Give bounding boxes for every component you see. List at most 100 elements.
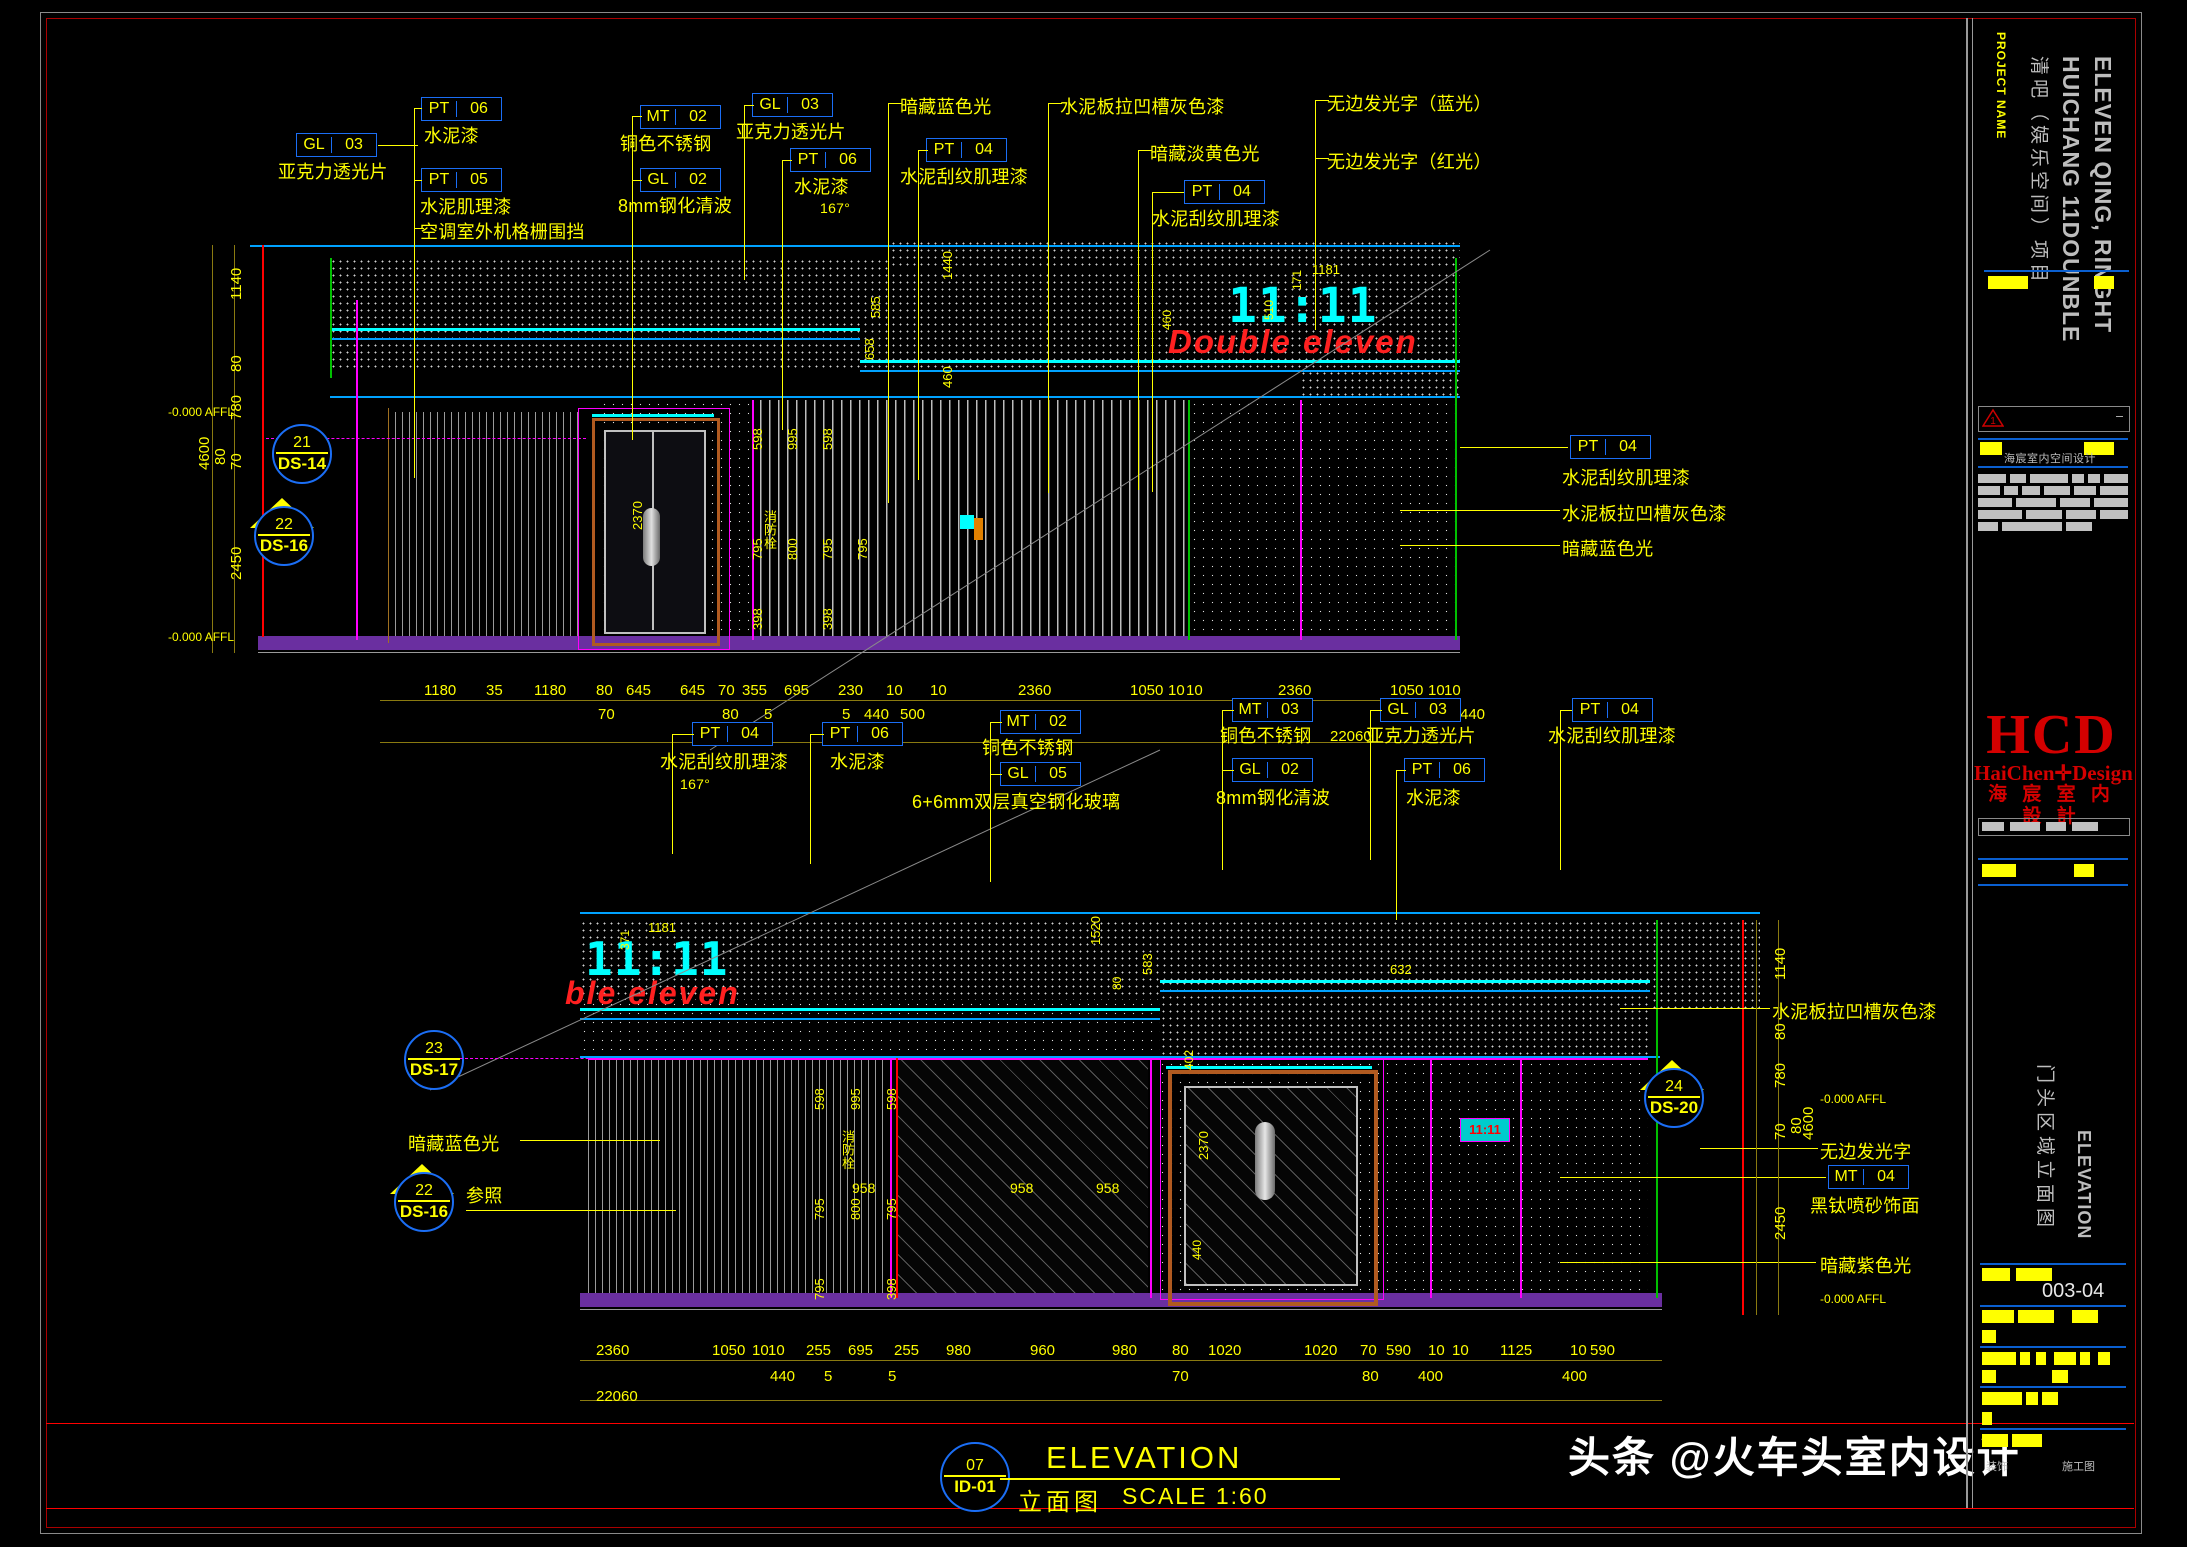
- leader-blue-light-v: [888, 103, 889, 503]
- tag-num: 06: [1439, 762, 1484, 778]
- label-grooved-cement-right: 水泥板拉凹槽灰色漆: [1562, 504, 1727, 524]
- leader-grooved: [1048, 103, 1062, 104]
- tag-mt-02-lower[interactable]: MT 02: [1000, 710, 1081, 734]
- upper-brown-edge: [388, 408, 389, 643]
- section-bubble-ds20[interactable]: 24 DS-20: [1644, 1068, 1704, 1128]
- tag-code: GL: [759, 96, 781, 113]
- bubble-sheet-ref: DS-16: [259, 535, 309, 555]
- upper-dim-1050a: 1050: [1130, 682, 1164, 699]
- lower-dim2-5a: 5: [824, 1368, 833, 1385]
- tag-gl-03-a[interactable]: GL 03: [296, 133, 377, 157]
- logo-haichen-design: HaiChen✛Design: [1974, 761, 2133, 785]
- lower-door-head-cyan: [1166, 1066, 1372, 1069]
- leader-lower-pt04a-v: [672, 734, 673, 854]
- tb-yellow-3a: [1982, 864, 2016, 877]
- tag-pt-06-lower-b[interactable]: PT 06: [1404, 758, 1485, 782]
- tag-gl-03-lower[interactable]: GL 03: [1380, 698, 1461, 722]
- tb-rule-3: [1978, 466, 2128, 468]
- label-hidden-purple-light: 暗藏紫色光: [1820, 1256, 1912, 1276]
- tag-mt-04-lower[interactable]: MT 04: [1828, 1165, 1909, 1189]
- tag-code: PT: [699, 725, 721, 742]
- tag-pt-04-lower-b[interactable]: PT 04: [1572, 698, 1653, 722]
- tb-rule-4: [1978, 858, 2128, 860]
- section-bubble-ds16[interactable]: 22 DS-16: [254, 506, 314, 566]
- tag-gl-05-lower[interactable]: GL 05: [1000, 762, 1081, 786]
- section-bubble-ds17[interactable]: 23 DS-17: [404, 1030, 464, 1090]
- tb-yellow-2a: [1980, 442, 2002, 455]
- leader-led-red: [1315, 158, 1329, 159]
- section-bubble-ds14[interactable]: 21 DS-14: [272, 424, 332, 484]
- lower-dim-10e: 10: [1570, 1342, 1587, 1359]
- upper-inner-995: 995: [785, 428, 800, 450]
- drawing-title-underline: [1000, 1478, 1340, 1480]
- lower-inner-795c: 795: [812, 1278, 827, 1300]
- section-bubble-ds16-lower[interactable]: 22 DS-16: [394, 1172, 454, 1232]
- leader-lower-right-1: [1620, 1008, 1770, 1009]
- leader-lower-left-1: [520, 1140, 660, 1141]
- upper-inner-1181: 1181: [1312, 262, 1340, 277]
- upper-dim-1180a: 1180: [424, 682, 457, 699]
- tag-mt-03-lower[interactable]: MT 03: [1232, 698, 1313, 722]
- tag-num: 05: [1035, 766, 1080, 782]
- tag-pt-06-lower[interactable]: PT 06: [822, 722, 903, 746]
- tag-gl-02-lower[interactable]: GL 02: [1232, 758, 1313, 782]
- bubble-detail-num: 23: [425, 1040, 443, 1058]
- tag-pt-04-lower-a[interactable]: PT 04: [692, 722, 773, 746]
- upper-dim2-5b: 5: [842, 706, 851, 723]
- tag-num: 03: [1267, 702, 1312, 718]
- upper-dim-230: 230: [838, 682, 864, 699]
- label-reference-note: 参照: [466, 1186, 503, 1206]
- lower-inner-795b: 795: [884, 1198, 899, 1220]
- upper-dim2-80: 80: [722, 706, 739, 723]
- bubble-detail-num: 22: [275, 516, 293, 534]
- label-grooved-cement-lower-right: 水泥板拉凹槽灰色漆: [1772, 1002, 1937, 1022]
- upper-door-head-cyan: [592, 414, 714, 417]
- leader-gl03b: [744, 105, 754, 106]
- tag-mt-02-a[interactable]: MT 02: [640, 105, 721, 129]
- tb-yellow-7a: [1982, 1352, 2016, 1365]
- tag-pt-06-a[interactable]: PT 06: [421, 97, 502, 121]
- tag-num: 04: [1863, 1169, 1908, 1185]
- bubble-detail-num: 21: [293, 434, 311, 452]
- tb-rule-7: [1980, 1305, 2126, 1307]
- tag-num: 02: [1035, 714, 1080, 730]
- upper-door-handle: [643, 508, 660, 566]
- tb-rule-2: [1978, 438, 2128, 440]
- tag-pt-04-right[interactable]: PT 04: [1570, 435, 1651, 459]
- lower-dim-960: 960: [1030, 1342, 1056, 1359]
- lower-inner-598b: 598: [884, 1088, 899, 1110]
- upper-inner-510: 510: [1262, 299, 1276, 320]
- label-cement-paint-lower: 水泥漆: [830, 752, 885, 772]
- upper-dim2-5a: 5: [764, 706, 773, 723]
- tag-pt-06-b[interactable]: PT 06: [790, 148, 871, 172]
- drawing-title-bubble[interactable]: 07 ID-01: [940, 1442, 1010, 1512]
- tb-yellow-7e: [2080, 1352, 2090, 1365]
- leader-lower-mt02: [990, 722, 1002, 723]
- leader-lower-right-3: [1560, 1177, 1826, 1178]
- firm-info-bars: [1978, 474, 2128, 532]
- tb-yellow-5a: [1982, 1310, 2014, 1323]
- label-hidden-blue-right: 暗藏蓝色光: [1562, 539, 1654, 559]
- label-angle-167-upper: 167°: [820, 200, 851, 216]
- bubble-sheet-ref: DS-17: [409, 1059, 459, 1079]
- leader-pt04b-v: [1152, 192, 1153, 492]
- upper-inner-460: 460: [940, 366, 955, 388]
- tag-pt-04-b[interactable]: PT 04: [1184, 180, 1265, 204]
- tb-yellow-7c: [2036, 1352, 2046, 1365]
- tag-code: MT: [1834, 1168, 1858, 1185]
- tag-pt-05[interactable]: PT 05: [421, 168, 502, 192]
- upper-dim-80a: 80: [596, 682, 613, 699]
- leader-led-blue: [1315, 100, 1329, 101]
- upper-vdim-80a: 80: [228, 355, 245, 372]
- lower-inner-2370: 2370: [1196, 1131, 1211, 1160]
- tag-pt-04-a[interactable]: PT 04: [926, 138, 1007, 162]
- leader-lower-pt06b: [1396, 770, 1406, 771]
- tb-rule-6: [1980, 1263, 2126, 1265]
- tag-gl-03-b[interactable]: GL 03: [752, 93, 833, 117]
- tag-gl-02-a[interactable]: GL 02: [640, 168, 721, 192]
- upper-dim-695: 695: [784, 682, 810, 699]
- upper-dim2-70: 70: [598, 706, 615, 723]
- revision-dash: [2116, 416, 2123, 417]
- tag-code: MT: [1238, 701, 1262, 718]
- lower-right-red-edge: [1742, 920, 1744, 1315]
